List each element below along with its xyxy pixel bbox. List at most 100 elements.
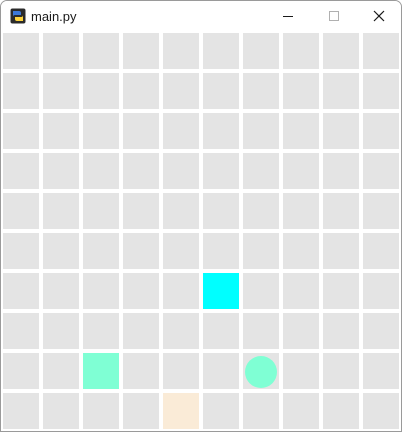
grid-cell[interactable] [283,73,319,109]
grid-cell[interactable] [83,73,119,109]
grid-cell[interactable] [3,353,39,389]
grid-cell[interactable] [243,33,279,69]
grid-cell[interactable] [323,313,359,349]
grid-cell[interactable] [163,193,199,229]
grid-cell[interactable] [123,193,159,229]
grid-cell[interactable] [363,153,399,189]
grid-cell[interactable] [123,113,159,149]
grid-cell[interactable] [363,193,399,229]
grid-cell[interactable] [3,33,39,69]
grid-cell[interactable] [203,393,239,429]
grid-cell[interactable] [3,393,39,429]
grid-cell[interactable] [363,33,399,69]
grid-cell[interactable] [83,233,119,269]
grid-cell[interactable] [363,113,399,149]
grid-cell[interactable] [323,193,359,229]
grid-cell[interactable] [3,233,39,269]
grid-cell[interactable] [43,393,79,429]
grid-cell[interactable] [3,273,39,309]
grid-cell[interactable] [283,313,319,349]
grid-cell[interactable] [243,153,279,189]
grid-cell[interactable] [283,153,319,189]
grid-cell[interactable] [323,233,359,269]
grid-cell[interactable] [43,193,79,229]
grid-cell[interactable] [363,233,399,269]
grid-cell[interactable] [3,73,39,109]
grid-cell[interactable] [243,313,279,349]
grid-cell[interactable] [283,33,319,69]
grid-cell[interactable] [43,33,79,69]
grid-cell[interactable] [43,113,79,149]
grid-cell[interactable] [123,393,159,429]
maximize-icon[interactable] [311,1,357,32]
grid-cell[interactable] [123,73,159,109]
minimize-icon[interactable] [265,1,311,32]
grid-cell[interactable] [83,193,119,229]
grid-cell[interactable] [163,33,199,69]
grid-cell[interactable] [163,353,199,389]
grid-cell[interactable] [163,273,199,309]
grid-cell[interactable] [43,233,79,269]
grid-cell[interactable] [283,353,319,389]
grid-cell[interactable] [163,73,199,109]
grid-cell[interactable] [323,153,359,189]
grid-cell[interactable] [203,33,239,69]
grid-cell[interactable] [123,273,159,309]
grid-cell[interactable] [83,393,119,429]
grid-cell[interactable] [323,73,359,109]
grid-cell[interactable] [323,273,359,309]
grid-cell[interactable] [163,153,199,189]
grid-cell[interactable] [3,313,39,349]
grid-cell[interactable] [203,153,239,189]
grid-cell[interactable] [363,393,399,429]
grid-cell[interactable] [163,233,199,269]
grid-cell[interactable] [323,393,359,429]
grid-cell[interactable] [323,33,359,69]
grid-cell[interactable] [123,313,159,349]
grid-cell[interactable] [83,33,119,69]
grid-cell[interactable] [363,73,399,109]
grid-cell[interactable] [203,313,239,349]
grid-cell[interactable] [123,153,159,189]
grid-cell[interactable] [123,233,159,269]
grid-cell[interactable] [203,193,239,229]
grid-cell[interactable] [323,353,359,389]
grid-cell[interactable] [243,273,279,309]
grid-cell[interactable] [243,113,279,149]
title-bar[interactable]: main.py [1,1,401,32]
grid-cell[interactable] [243,193,279,229]
grid-cell[interactable] [3,193,39,229]
grid-cell[interactable] [83,153,119,189]
grid-cell[interactable] [43,273,79,309]
grid-cell[interactable] [163,113,199,149]
grid-cell[interactable] [83,273,119,309]
grid-cell[interactable] [363,353,399,389]
grid-cell[interactable] [43,153,79,189]
grid-cell[interactable] [283,393,319,429]
grid-cell[interactable] [363,273,399,309]
grid-cell[interactable] [203,353,239,389]
grid-cell[interactable] [243,393,279,429]
grid-cell[interactable] [203,233,239,269]
grid-cell[interactable] [3,153,39,189]
grid-cell[interactable] [203,113,239,149]
grid-cell[interactable] [43,313,79,349]
grid-cell[interactable] [83,113,119,149]
grid-cell[interactable] [283,233,319,269]
grid-cell[interactable] [123,353,159,389]
grid-cell[interactable] [43,353,79,389]
grid-cell[interactable] [243,233,279,269]
grid-cell[interactable] [83,313,119,349]
close-icon[interactable] [356,1,402,32]
grid-cell[interactable] [283,273,319,309]
grid-cell[interactable] [363,313,399,349]
grid-cell[interactable] [203,73,239,109]
grid-cell[interactable] [243,73,279,109]
game-board[interactable] [3,33,400,431]
grid-cell[interactable] [323,113,359,149]
grid-cell[interactable] [163,313,199,349]
grid-cell[interactable] [3,113,39,149]
grid-cell[interactable] [283,113,319,149]
grid-cell[interactable] [43,73,79,109]
grid-cell[interactable] [283,193,319,229]
